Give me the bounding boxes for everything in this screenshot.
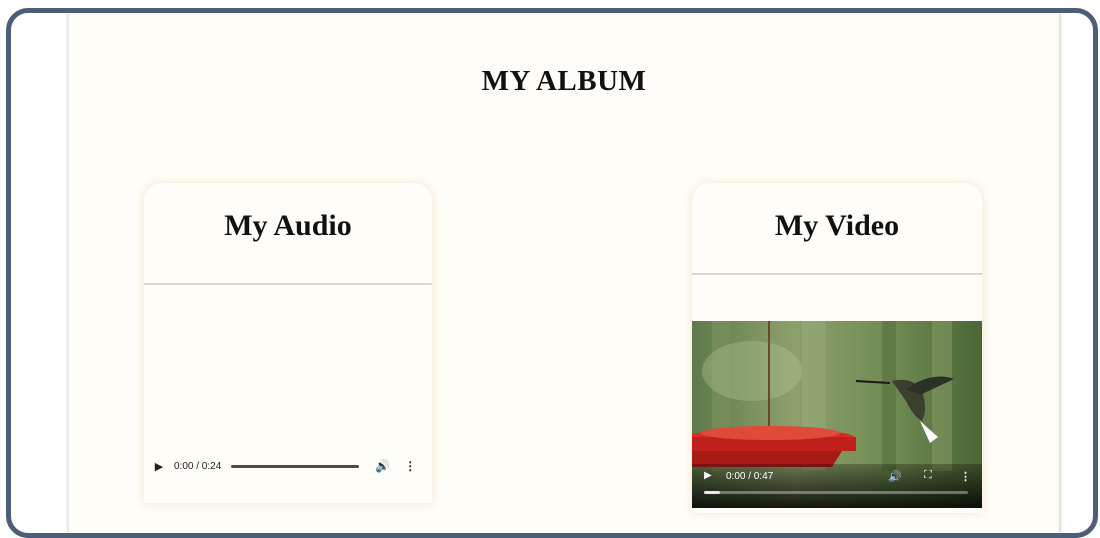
video-card-title: My Video <box>692 183 982 275</box>
video-time-display: 0:00 / 0:47 <box>726 471 774 482</box>
album-title: MY ALBUM <box>481 65 647 97</box>
fullscreen-icon[interactable]: ⛶ <box>924 469 932 482</box>
video-progress-fill <box>704 491 720 494</box>
audio-player[interactable]: ▶ 0:00 / 0:24 🔊 ⋮ <box>152 453 424 479</box>
play-icon[interactable]: ▶ <box>704 470 712 481</box>
page-content: MY ALBUM My Audio ▶ 0:00 / 0:24 🔊 ⋮ My V… <box>69 13 1059 533</box>
audio-progress-bar[interactable] <box>231 464 360 468</box>
video-card: My Video ▶ 0:00 / 0:47 🔊 ⛶ ⋮ <box>692 183 982 513</box>
audio-card: My Audio ▶ 0:00 / 0:24 🔊 ⋮ <box>144 183 432 503</box>
video-controls: ▶ 0:00 / 0:47 🔊 ⛶ ⋮ <box>692 464 982 508</box>
play-icon[interactable]: ▶ <box>152 460 166 473</box>
volume-icon[interactable]: 🔊 <box>888 470 902 483</box>
video-player[interactable]: ▶ 0:00 / 0:47 🔊 ⛶ ⋮ <box>692 321 982 508</box>
volume-icon[interactable]: 🔊 <box>375 459 390 473</box>
video-progress-bar[interactable] <box>704 491 968 494</box>
audio-time-display: 0:00 / 0:24 <box>174 460 222 472</box>
browser-window-frame: MY ALBUM My Audio ▶ 0:00 / 0:24 🔊 ⋮ My V… <box>6 8 1098 538</box>
more-options-icon[interactable]: ⋮ <box>404 459 416 473</box>
more-options-icon[interactable]: ⋮ <box>960 470 971 483</box>
audio-card-title: My Audio <box>144 183 432 285</box>
